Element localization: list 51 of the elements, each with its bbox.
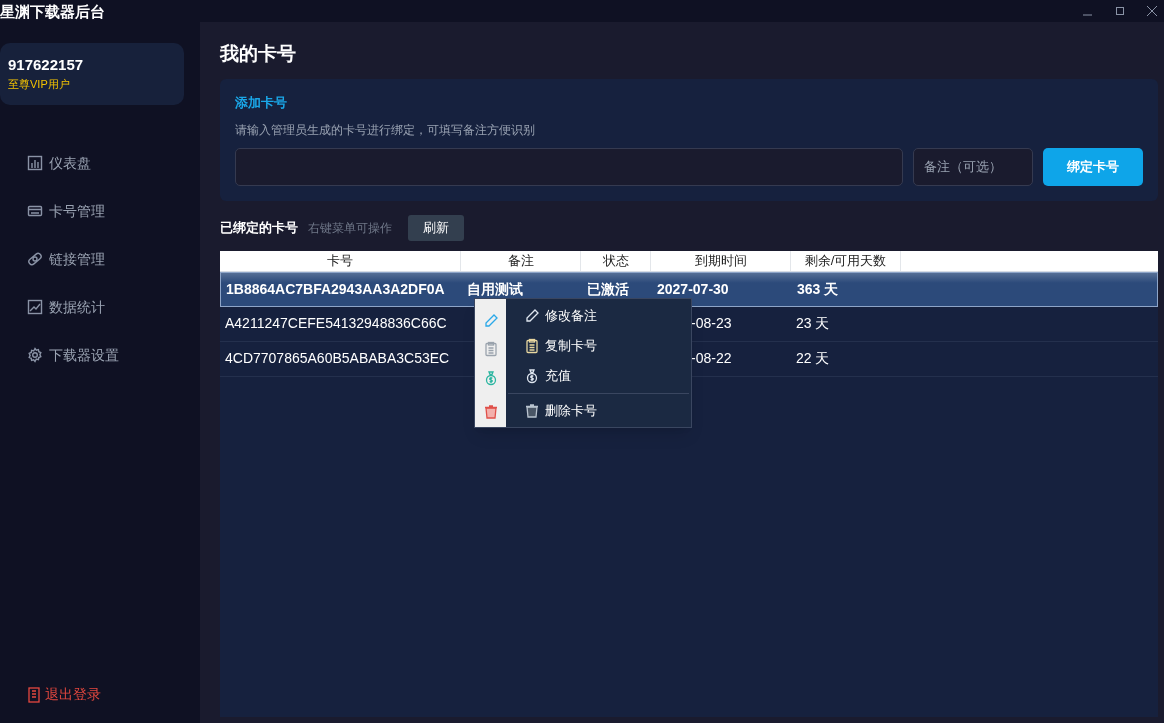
- membership-label: 至尊VIP用户: [8, 78, 70, 92]
- trash-icon: [524, 402, 540, 419]
- table-cell: A4211247CEFE54132948836C66C: [225, 315, 447, 331]
- table-cell: 已激活: [587, 280, 629, 297]
- menu-item[interactable]: 充值: [506, 360, 691, 391]
- trash-icon: [482, 404, 499, 421]
- table-cell: -08-23: [691, 315, 732, 331]
- column-header[interactable]: 到期时间: [651, 250, 791, 271]
- column-header[interactable]: 剩余/可用天数: [791, 250, 901, 271]
- table-cell: 自用测试: [467, 280, 523, 297]
- menu-item[interactable]: 删除卡号: [506, 395, 691, 426]
- table-cell: 2027-07-30: [657, 280, 729, 297]
- maximize-icon[interactable]: [1114, 5, 1126, 17]
- door-icon: [27, 686, 41, 703]
- bar-chart-icon: [27, 155, 43, 171]
- section-hint: 右键菜单可操作: [308, 219, 392, 237]
- refresh-button[interactable]: 刷新: [408, 214, 464, 241]
- menu-item[interactable]: 复制卡号: [506, 330, 691, 361]
- logout-link[interactable]: 退出登录: [27, 684, 200, 705]
- card-number-field[interactable]: [235, 147, 903, 186]
- pencil-icon: [524, 307, 540, 324]
- table-cell: 4CD7707865A60B5ABABA3C53EC: [225, 350, 450, 366]
- table-cell: 1B8864AC7BFA2943AA3A2DF0A: [226, 280, 445, 297]
- money-bag-icon: [524, 367, 540, 384]
- window-title: 星渊下载器后台: [0, 3, 105, 19]
- note-field[interactable]: 备注（可选）: [913, 147, 1033, 186]
- card-icon: [27, 203, 43, 219]
- link-icon: [27, 251, 43, 267]
- clipboard-icon: [524, 337, 540, 354]
- line-chart-icon: [27, 299, 43, 315]
- clipboard-icon: [482, 341, 499, 358]
- table-cell: 23 天: [796, 315, 830, 331]
- table-cell: -08-22: [691, 350, 732, 366]
- add-card-hint: 请输入管理员生成的卡号进行绑定，可填写备注方便识别: [235, 121, 536, 139]
- column-header[interactable]: 状态: [581, 250, 651, 271]
- sidebar-item[interactable]: 链接管理: [0, 235, 200, 283]
- close-icon[interactable]: [1146, 5, 1158, 17]
- table-cell: 363 天: [797, 280, 839, 297]
- page-title: 我的卡号: [220, 44, 297, 63]
- user-id: 917622157: [8, 56, 84, 75]
- section-title: 已绑定的卡号: [220, 218, 298, 237]
- settings-icon: [27, 347, 43, 363]
- sidebar-item[interactable]: 卡号管理: [0, 187, 200, 235]
- sidebar-item[interactable]: 下载器设置: [0, 331, 200, 379]
- column-header[interactable]: 备注: [461, 250, 581, 271]
- pencil-icon: [482, 312, 499, 329]
- table-cell: 22 天: [796, 350, 830, 366]
- sidebar-item[interactable]: 仪表盘: [0, 139, 200, 187]
- sidebar-item[interactable]: 数据统计: [0, 283, 200, 331]
- add-card-title: 添加卡号: [235, 94, 288, 112]
- column-header[interactable]: 卡号: [220, 250, 461, 271]
